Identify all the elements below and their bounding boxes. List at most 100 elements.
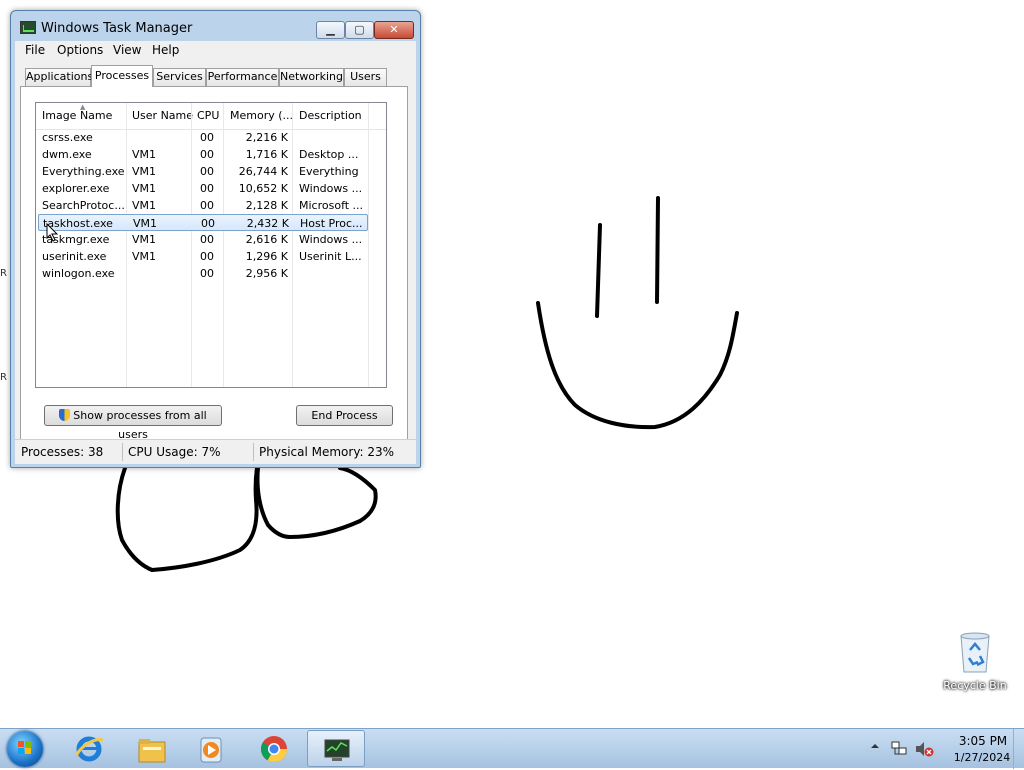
close-button[interactable]: ✕ [374,21,414,39]
uac-shield-icon [59,409,71,421]
cell-cpu: 00 [200,250,214,263]
minimize-button[interactable]: ▁ [316,21,345,39]
end-process-button[interactable]: End Process [296,405,393,426]
maximize-button[interactable]: ▢ [345,21,374,39]
tab-users[interactable]: Users [344,68,387,86]
menu-help[interactable]: Help [152,43,179,57]
table-row[interactable]: taskmgr.exe VM1 00 2,616 K Windows ... [38,231,368,248]
table-row[interactable]: Everything.exe VM1 00 26,744 K Everythin… [38,163,368,180]
cell-image-name: winlogon.exe [42,267,115,280]
table-row[interactable]: winlogon.exe 00 2,956 K [38,265,368,282]
task-manager-icon [20,21,36,34]
drawing-shape-right [255,466,378,539]
windows-logo-icon [18,741,31,754]
cell-description: Everything [299,165,359,178]
cell-cpu: 00 [201,217,215,230]
cell-memory: 26,744 K [238,165,288,178]
status-divider [122,443,123,461]
menu-view[interactable]: View [113,43,141,57]
network-icon[interactable] [890,740,908,758]
cell-user-name: VM1 [133,217,158,230]
status-processes: Processes: 38 [21,445,104,459]
column-user-name[interactable]: User Name [132,109,193,122]
clock-time[interactable]: 3:05 PM [948,734,1018,748]
taskbar-file-explorer[interactable] [122,730,180,767]
process-list[interactable]: ▲ Image Name User Name CPU Memory (... D… [35,102,387,388]
taskbar-internet-explorer[interactable] [60,730,118,767]
taskbar-media-player[interactable] [182,730,240,767]
cell-memory: 1,296 K [245,250,288,263]
tab-applications[interactable]: Applications [25,68,93,86]
recycle-bin-shortcut[interactable]: Recycle Bin [940,630,1010,692]
show-hidden-icons-icon[interactable] [870,741,880,751]
column-divider[interactable] [368,103,369,387]
menu-options[interactable]: Options [57,43,103,57]
recycle-bin-label: Recycle Bin [943,679,1007,692]
cell-user-name: VM1 [132,199,157,212]
cell-memory: 2,128 K [245,199,288,212]
cell-image-name: csrss.exe [42,131,93,144]
media-player-icon [200,737,222,763]
file-explorer-icon [138,739,166,763]
taskbar: 3:05 PM 1/27/2024 [0,728,1024,769]
status-memory: Physical Memory: 23% [259,445,395,459]
cell-memory: 1,716 K [245,148,288,161]
column-header-row: ▲ Image Name User Name CPU Memory (... D… [36,103,386,130]
clock-date[interactable]: 1/27/2024 [942,751,1022,764]
task-manager-window: Windows Task Manager ▁ ▢ ✕ File Options … [10,10,421,468]
menu-bar: File Options View Help [15,41,416,60]
show-all-processes-button[interactable]: Show processes from all users [44,405,222,441]
table-row-selected[interactable]: taskhost.exe VM1 00 2,432 K Host Proc... [38,214,368,231]
tab-processes[interactable]: Processes [91,65,153,87]
window-body: Applications Processes Services Performa… [15,60,416,463]
cell-description: Windows ... [299,182,363,195]
title-bar[interactable]: Windows Task Manager ▁ ▢ ✕ [11,11,420,41]
show-desktop-button[interactable] [1013,729,1024,769]
table-row[interactable]: SearchProtoc... VM1 00 2,128 K Microsoft… [38,197,368,214]
window-title: Windows Task Manager [41,21,193,36]
table-row[interactable]: dwm.exe VM1 00 1,716 K Desktop ... [38,146,368,163]
volume-muted-icon[interactable] [914,740,934,758]
cell-user-name: VM1 [132,182,157,195]
cell-cpu: 00 [200,267,214,280]
cell-cpu: 00 [200,165,214,178]
table-row[interactable]: userinit.exe VM1 00 1,296 K Userinit L..… [38,248,368,265]
column-image-name[interactable]: Image Name [42,109,112,122]
internet-explorer-icon [74,736,104,762]
cell-memory: 2,956 K [245,267,288,280]
taskbar-task-manager[interactable] [307,730,365,767]
start-button[interactable] [7,731,43,767]
cell-description: Host Proc... [300,217,363,230]
drawing-shape-left [115,466,259,572]
desktop-edge-letter: R [0,268,7,279]
table-row[interactable]: csrss.exe 00 2,216 K [38,129,368,146]
cell-description: Userinit L... [299,250,362,263]
cell-user-name: VM1 [132,250,157,263]
column-memory[interactable]: Memory (... [230,109,293,122]
menu-file[interactable]: File [25,43,45,57]
tab-performance[interactable]: Performance [206,68,279,86]
system-tray: 3:05 PM 1/27/2024 [866,729,1024,769]
tab-services[interactable]: Services [153,68,206,86]
cell-user-name: VM1 [132,165,157,178]
cell-image-name: userinit.exe [42,250,107,263]
cell-cpu: 00 [200,233,214,246]
tab-networking[interactable]: Networking [279,68,344,86]
drawing-eye-left [595,223,602,318]
cell-memory: 2,616 K [245,233,288,246]
drawing-mouth [536,301,739,430]
cell-description: Windows ... [299,233,363,246]
cell-memory: 2,432 K [246,217,289,230]
taskbar-chrome[interactable] [245,730,303,767]
table-row[interactable]: explorer.exe VM1 00 10,652 K Windows ... [38,180,368,197]
task-manager-icon [324,739,350,761]
cell-image-name: SearchProtoc... [42,199,124,212]
cell-user-name: VM1 [132,148,157,161]
status-divider [253,443,254,461]
column-description[interactable]: Description [299,109,362,122]
cell-memory: 10,652 K [238,182,288,195]
column-cpu[interactable]: CPU [197,109,219,122]
cell-description: Microsoft ... [299,199,364,212]
cell-user-name: VM1 [132,233,157,246]
chrome-icon [260,736,288,763]
